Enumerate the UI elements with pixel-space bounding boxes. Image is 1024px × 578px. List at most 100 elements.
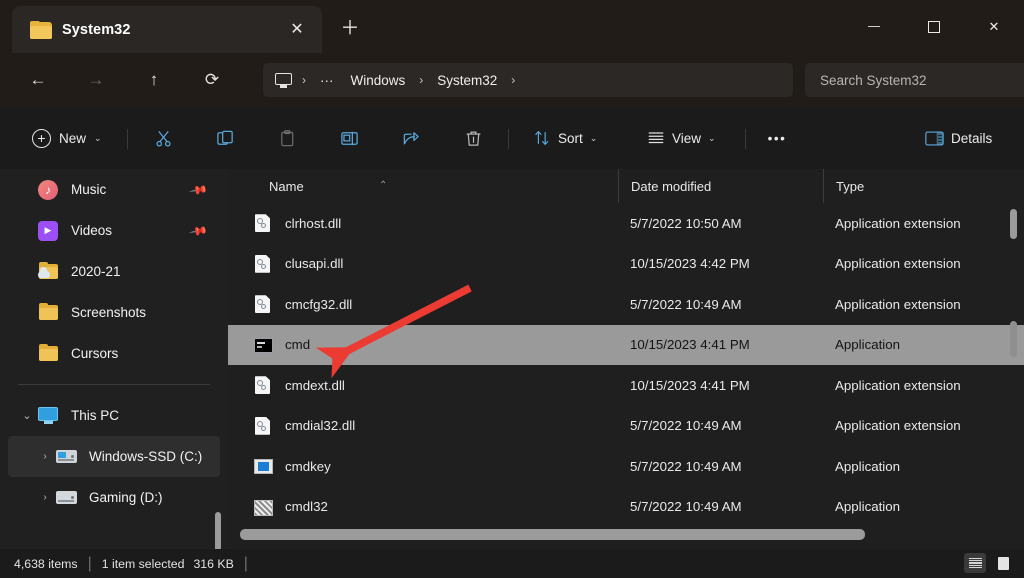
file-name-cell[interactable]: cmdkey (228, 455, 618, 477)
column-header-date-modified[interactable]: Date modified (618, 169, 823, 203)
folder-icon (38, 344, 60, 364)
new-tab-icon[interactable]: ＋ (335, 13, 365, 43)
breadcrumb-separator: › (297, 73, 311, 87)
sidebar-item-2020-21[interactable]: 2020-21 (8, 251, 220, 292)
minimize-button[interactable] (844, 0, 904, 53)
delete-button[interactable] (451, 121, 495, 155)
view-button[interactable]: View ⌄ (637, 121, 726, 155)
forward-button[interactable]: → (78, 62, 114, 98)
cut-button[interactable] (141, 121, 185, 155)
tab-system32[interactable]: System32 ✕ (12, 6, 322, 53)
sidebar-list: ♪Music📌▶Videos📌2020-21ScreenshotsCursors… (0, 169, 228, 518)
status-selection-size: 316 KB (193, 557, 233, 571)
chevron-down-icon[interactable]: ⌄ (16, 409, 38, 422)
status-item-count: 4,638 items (14, 557, 78, 571)
table-row[interactable]: cmdl325/7/2022 10:49 AMApplication (228, 487, 1024, 528)
sidebar-item-gaming-d[interactable]: › Gaming (D:) (8, 477, 220, 518)
search-placeholder: Search System32 (820, 73, 927, 88)
sidebar-item-screenshots[interactable]: Screenshots (8, 292, 220, 333)
date-modified-cell: 5/7/2022 10:49 AM (618, 459, 823, 474)
folder-icon (38, 303, 60, 323)
breadcrumb-system32[interactable]: System32 (429, 70, 505, 91)
address-bar[interactable]: › ··· Windows › System32 › (263, 63, 793, 97)
file-type-cell: Application extension (823, 216, 1024, 231)
file-name-cell[interactable]: cmcfg32.dll (228, 293, 618, 315)
back-button[interactable]: ← (20, 62, 56, 98)
sort-button[interactable]: Sort ⌄ (523, 121, 607, 155)
sidebar-scrollbar[interactable] (215, 512, 221, 549)
table-row[interactable]: cmdial32.dll5/7/2022 10:49 AMApplication… (228, 406, 1024, 447)
tiles-view-toggle[interactable] (992, 553, 1014, 573)
up-button[interactable]: ↑ (136, 62, 172, 98)
sidebar-item-label: Videos (71, 223, 112, 238)
cmdkey-icon (253, 455, 273, 477)
table-row[interactable]: clrhost.dll5/7/2022 10:50 AMApplication … (228, 203, 1024, 244)
file-name-label: cmdl32 (285, 499, 328, 514)
file-name-cell[interactable]: cmd (228, 334, 618, 356)
file-name-label: cmdext.dll (285, 378, 345, 393)
close-tab-icon[interactable]: ✕ (284, 17, 310, 43)
command-toolbar: + New ⌄ (0, 107, 1024, 169)
breadcrumb-separator: › (506, 73, 520, 87)
navigation-pane: ♪Music📌▶Videos📌2020-21ScreenshotsCursors… (0, 169, 228, 549)
sidebar-item-cursors[interactable]: Cursors (8, 333, 220, 374)
new-button[interactable]: + New ⌄ (22, 121, 112, 155)
pin-icon[interactable]: 📌 (188, 179, 208, 199)
file-name-label: clusapi.dll (285, 256, 343, 271)
sidebar-item-this-pc[interactable]: ⌄ This PC (8, 395, 220, 436)
file-name-cell[interactable]: clrhost.dll (228, 212, 618, 234)
table-row[interactable]: clusapi.dll10/15/2023 4:42 PMApplication… (228, 244, 1024, 285)
more-options-button[interactable]: ••• (755, 121, 799, 155)
column-header-type[interactable]: Type (823, 169, 1024, 203)
file-name-cell[interactable]: cmdl32 (228, 496, 618, 518)
sidebar-item-windows-ssd-c[interactable]: ›Windows-SSD (C:) (8, 436, 220, 477)
list-view-icon (969, 558, 982, 569)
this-pc-icon[interactable] (275, 73, 292, 88)
folder-icon (30, 21, 52, 39)
sidebar-item-label: This PC (71, 408, 119, 423)
breadcrumb-overflow[interactable]: ··· (312, 70, 342, 91)
rename-button[interactable] (327, 121, 371, 155)
table-row[interactable]: cmdkey5/7/2022 10:49 AMApplication (228, 446, 1024, 487)
column-header-name[interactable]: Name (228, 169, 618, 203)
sidebar-item-videos[interactable]: ▶Videos📌 (8, 210, 220, 251)
details-pane-button[interactable]: Details (915, 121, 1002, 155)
file-name-cell[interactable]: cmdext.dll (228, 374, 618, 396)
vertical-scrollbar-secondary[interactable] (1010, 321, 1017, 357)
search-box[interactable]: Search System32 (805, 63, 1024, 97)
paste-button[interactable] (265, 121, 309, 155)
breadcrumb-windows[interactable]: Windows (343, 70, 414, 91)
chevron-right-icon[interactable]: › (34, 451, 56, 462)
share-button[interactable] (389, 121, 433, 155)
sidebar-item-label: Music (71, 182, 106, 197)
view-toggle-group (964, 553, 1014, 573)
cmdl32-icon (253, 496, 273, 518)
status-separator: | (244, 555, 248, 573)
dll-icon (253, 253, 273, 275)
view-label: View (672, 131, 701, 146)
sidebar-item-label: Gaming (D:) (89, 490, 163, 505)
chevron-right-icon[interactable]: › (34, 492, 56, 503)
file-name-cell[interactable]: cmdial32.dll (228, 415, 618, 437)
vertical-scrollbar-thumb[interactable] (1010, 209, 1017, 239)
table-row[interactable]: cmd10/15/2023 4:41 PMApplication (228, 325, 1024, 366)
copy-button[interactable] (203, 121, 247, 155)
close-window-icon[interactable]: ✕ (964, 0, 1024, 53)
refresh-button[interactable]: ⟳ (194, 62, 230, 98)
window-controls: ✕ (844, 0, 1024, 53)
file-name-cell[interactable]: clusapi.dll (228, 253, 618, 275)
maximize-button[interactable] (904, 0, 964, 53)
toolbar-divider (127, 129, 128, 149)
file-type-cell: Application (823, 499, 1024, 514)
new-button-label: New (59, 131, 86, 146)
horizontal-scrollbar[interactable] (240, 529, 865, 540)
table-row[interactable]: cmcfg32.dll5/7/2022 10:49 AMApplication … (228, 284, 1024, 325)
list-view-toggle[interactable] (964, 553, 986, 573)
table-row[interactable]: cmdext.dll10/15/2023 4:41 PMApplication … (228, 365, 1024, 406)
chevron-down-icon: ⌄ (708, 133, 716, 144)
breadcrumb-separator: › (414, 73, 428, 87)
sidebar-item-music[interactable]: ♪Music📌 (8, 169, 220, 210)
date-modified-cell: 5/7/2022 10:49 AM (618, 418, 823, 433)
tiles-view-icon (998, 557, 1009, 570)
pin-icon[interactable]: 📌 (188, 220, 208, 240)
